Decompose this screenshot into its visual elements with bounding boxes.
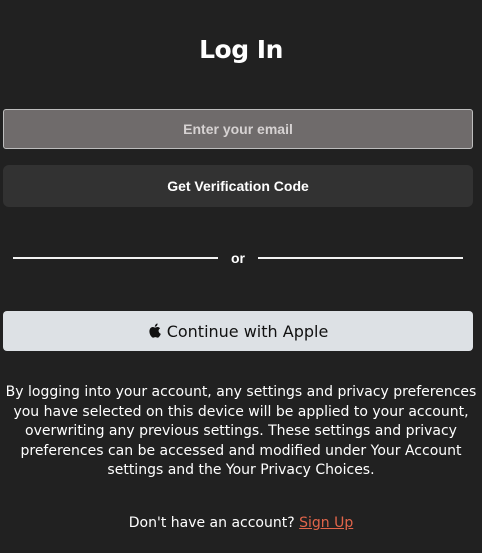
get-verification-code-button[interactable]: Get Verification Code (3, 165, 473, 207)
divider-line-right (258, 257, 463, 259)
divider-line-left (13, 257, 218, 259)
divider-text: or (231, 250, 245, 266)
signup-prompt-text: Don't have an account? (128, 515, 295, 531)
continue-with-apple-label: Continue with Apple (166, 321, 329, 341)
privacy-disclaimer: By logging into your account, any settin… (5, 384, 477, 478)
page-title: Log In (199, 35, 283, 64)
sign-up-link[interactable]: Sign Up (299, 515, 353, 531)
signup-prompt: Don't have an account? Sign Up (0, 513, 482, 533)
continue-with-apple-button[interactable]: Continue with Apple (3, 311, 473, 351)
or-divider: or (13, 247, 463, 269)
email-input[interactable] (3, 109, 473, 149)
apple-logo-icon (148, 323, 161, 338)
